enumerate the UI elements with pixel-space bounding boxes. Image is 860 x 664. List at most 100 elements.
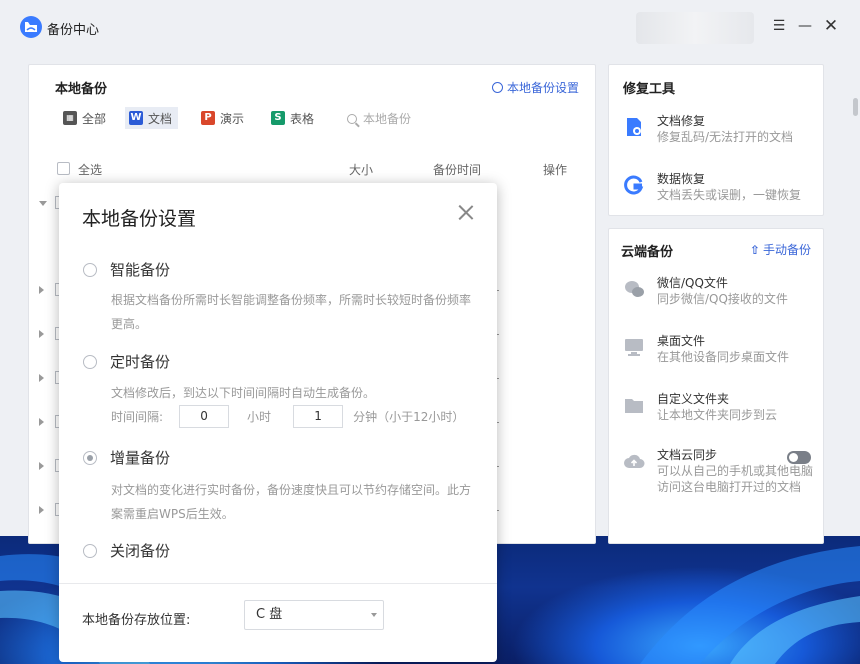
doc-sync-toggle[interactable] bbox=[787, 451, 811, 464]
cloud-backup-title: 云端备份 bbox=[621, 245, 674, 260]
option-desc: 根据文档备份所需时长智能调整备份频率，所需时长较短时备份频率更高。 bbox=[111, 293, 472, 331]
repair-tools-title: 修复工具 bbox=[623, 82, 676, 97]
option-label: 智能备份 bbox=[110, 261, 171, 279]
radio-scheduled-backup[interactable] bbox=[83, 354, 97, 369]
cloud-item-custom-folder[interactable]: 自定义文件夹让本地文件夹同步到云 bbox=[623, 391, 777, 423]
search-input[interactable]: 本地备份 bbox=[347, 110, 411, 127]
local-backup-settings-dialog: 本地备份设置 智能备份 根据文档备份所需时长智能调整备份频率，所需时长较短时备份… bbox=[59, 183, 497, 662]
cloud-item-title: 桌面文件 bbox=[657, 334, 706, 348]
location-value: C 盘 bbox=[256, 607, 283, 622]
hours-input[interactable]: 0 bbox=[179, 405, 230, 428]
chevron-right-icon[interactable] bbox=[39, 418, 44, 426]
tab-presentations[interactable]: P 演示 bbox=[197, 107, 250, 129]
option-label: 增量备份 bbox=[110, 449, 171, 467]
doc-repair-icon bbox=[623, 116, 645, 138]
repair-tools-panel: 修复工具 文档修复修复乱码/无法打开的文档 数据恢复文档丢失或误删，一键恢复 bbox=[608, 64, 824, 216]
cloud-item-desc: 同步微信/QQ接收的文件 bbox=[657, 292, 788, 306]
chevron-right-icon[interactable] bbox=[39, 330, 44, 338]
cloud-item-desc: 在其他设备同步桌面文件 bbox=[657, 350, 790, 364]
word-icon: W bbox=[129, 111, 143, 125]
radio-incremental-backup[interactable] bbox=[83, 450, 97, 465]
tab-label: 表格 bbox=[290, 111, 315, 126]
chevron-right-icon[interactable] bbox=[39, 286, 44, 294]
option-label: 关闭备份 bbox=[110, 542, 171, 560]
expand-icon[interactable] bbox=[39, 201, 47, 206]
minimize-icon[interactable]: — bbox=[796, 17, 814, 35]
option-smart-backup[interactable]: 智能备份 bbox=[83, 259, 170, 280]
tab-documents[interactable]: W 文档 bbox=[125, 107, 179, 129]
divider bbox=[59, 583, 497, 584]
manual-backup-button[interactable]: ⇧ 手动备份 bbox=[750, 241, 811, 258]
option-disable-backup[interactable]: 关闭备份 bbox=[83, 540, 170, 561]
interval-label: 时间间隔: bbox=[111, 410, 164, 424]
interval-row: 时间间隔: 0 小时 1 分钟（小于12小时） bbox=[111, 405, 464, 428]
chevron-right-icon[interactable] bbox=[39, 506, 44, 514]
local-backup-title: 本地备份 bbox=[55, 82, 108, 97]
tab-label: 演示 bbox=[220, 111, 245, 126]
column-action: 操作 bbox=[543, 163, 568, 177]
location-select[interactable]: C 盘 bbox=[244, 600, 384, 630]
tab-spreadsheets[interactable]: S 表格 bbox=[267, 107, 320, 129]
app-title: 备份中心 bbox=[47, 23, 100, 38]
table-header: 全选 大小 备份时间 操作 bbox=[55, 161, 585, 181]
cloud-upload-icon bbox=[623, 450, 645, 472]
chevron-right-icon[interactable] bbox=[39, 462, 44, 470]
tool-title: 数据恢复 bbox=[657, 172, 706, 186]
cloud-item-desc: 可以从自己的手机或其他电脑访问这台电脑打开过的文档 bbox=[657, 464, 814, 494]
tool-desc: 修复乱码/无法打开的文档 bbox=[657, 130, 794, 144]
chevron-right-icon[interactable] bbox=[39, 374, 44, 382]
cloud-item-desktop[interactable]: 桌面文件在其他设备同步桌面文件 bbox=[623, 333, 789, 365]
hours-unit: 小时 bbox=[247, 410, 272, 424]
cloud-backup-panel: 云端备份 ⇧ 手动备份 微信/QQ文件同步微信/QQ接收的文件 桌面文件在其他设备… bbox=[608, 228, 824, 544]
doc-repair-item[interactable]: 文档修复修复乱码/无法打开的文档 bbox=[623, 113, 793, 145]
backup-logo-icon bbox=[20, 16, 42, 38]
radio-disable-backup[interactable] bbox=[83, 543, 97, 558]
scrollbar[interactable] bbox=[852, 46, 860, 536]
close-icon[interactable]: ✕ bbox=[822, 17, 840, 35]
close-icon[interactable] bbox=[457, 204, 475, 222]
gear-icon bbox=[491, 82, 503, 93]
option-scheduled-backup[interactable]: 定时备份 bbox=[83, 351, 170, 372]
column-size: 大小 bbox=[349, 163, 374, 177]
tool-title: 文档修复 bbox=[657, 114, 706, 128]
grid-icon: ▦ bbox=[63, 111, 77, 125]
dialog-title: 本地备份设置 bbox=[82, 208, 197, 230]
search-placeholder: 本地备份 bbox=[363, 112, 412, 126]
local-backup-settings-link[interactable]: 本地备份设置 bbox=[491, 79, 579, 96]
cloud-item-wechat-qq[interactable]: 微信/QQ文件同步微信/QQ接收的文件 bbox=[623, 275, 788, 307]
manual-backup-label: 手动备份 bbox=[762, 243, 811, 257]
folder-icon bbox=[623, 394, 645, 416]
search-icon bbox=[347, 113, 357, 124]
data-recovery-icon bbox=[623, 174, 645, 196]
select-all-label: 全选 bbox=[78, 163, 103, 177]
ppt-icon: P bbox=[201, 111, 215, 125]
tab-label: 全部 bbox=[82, 111, 107, 126]
wechat-qq-icon bbox=[623, 278, 645, 300]
column-backup-time: 备份时间 bbox=[433, 163, 482, 177]
radio-smart-backup[interactable] bbox=[83, 262, 97, 277]
cloud-item-desc: 让本地文件夹同步到云 bbox=[657, 408, 778, 422]
desktop-icon bbox=[623, 336, 645, 358]
cloud-item-title: 微信/QQ文件 bbox=[657, 276, 728, 290]
select-all-checkbox[interactable] bbox=[57, 162, 70, 175]
cloud-item-title: 自定义文件夹 bbox=[657, 392, 730, 406]
tab-label: 文档 bbox=[148, 111, 173, 126]
option-incremental-backup[interactable]: 增量备份 bbox=[83, 447, 170, 468]
location-label: 本地备份存放位置: bbox=[82, 613, 191, 628]
tab-all[interactable]: ▦ 全部 bbox=[59, 107, 112, 129]
title-bar: 备份中心 ☰ — ✕ bbox=[0, 0, 860, 54]
settings-link-label: 本地备份设置 bbox=[506, 81, 579, 95]
upload-icon: ⇧ bbox=[749, 243, 760, 257]
option-desc: 对文档的变化进行实时备份，备份速度快且可以节约存储空间。此方案需重启WPS后生效… bbox=[111, 483, 472, 521]
minutes-unit: 分钟（小于12小时） bbox=[353, 410, 465, 424]
option-desc: 文档修改后，到达以下时间间隔时自动生成备份。 bbox=[111, 386, 376, 400]
data-recovery-item[interactable]: 数据恢复文档丢失或误删，一键恢复 bbox=[623, 171, 801, 203]
option-label: 定时备份 bbox=[110, 353, 171, 371]
excel-icon: S bbox=[271, 111, 285, 125]
tool-desc: 文档丢失或误删，一键恢复 bbox=[657, 188, 802, 202]
scrollbar-thumb[interactable] bbox=[853, 98, 858, 116]
account-area[interactable] bbox=[636, 12, 754, 44]
minutes-input[interactable]: 1 bbox=[293, 405, 344, 428]
hamburger-icon[interactable]: ☰ bbox=[770, 17, 788, 35]
chevron-down-icon bbox=[371, 613, 377, 617]
